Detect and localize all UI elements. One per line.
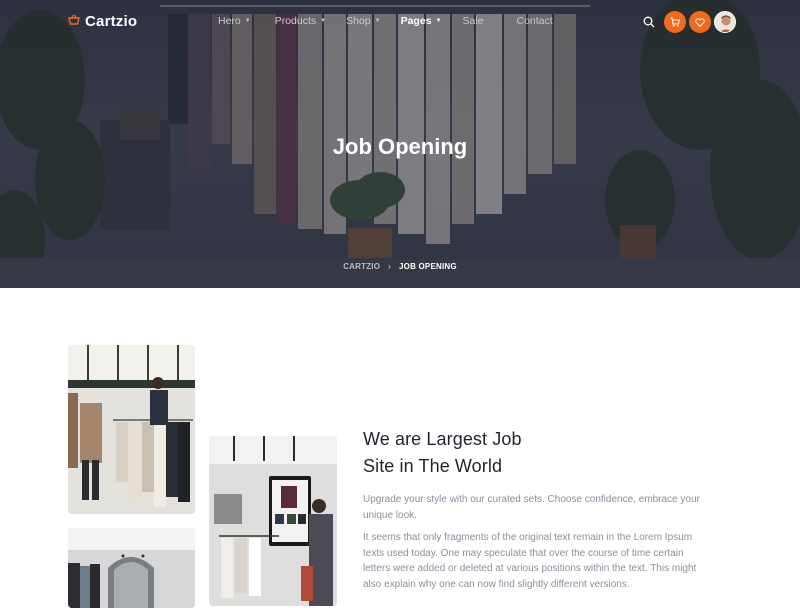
job-intro-section: We are Largest Job Site in The World Upg… — [363, 426, 708, 592]
section-heading-line-2: Site in The World — [363, 456, 503, 476]
chevron-down-icon: ▼ — [374, 18, 381, 24]
nav-item-pages[interactable]: Pages ▼ — [401, 15, 442, 27]
header-actions — [640, 11, 736, 33]
brand-name: Cartzio — [85, 12, 138, 30]
hero-banner: Cartzio Hero ▼ Products ▼ Shop ▼ Pages ▼… — [0, 0, 800, 288]
store-interior-photo — [68, 528, 195, 608]
main-menu: Hero ▼ Products ▼ Shop ▼ Pages ▼ Sale Co… — [218, 15, 553, 27]
cart-button[interactable] — [664, 11, 686, 33]
nav-item-contact[interactable]: Contact — [517, 15, 553, 27]
breadcrumb: CARTZIO › JOB OPENING — [0, 262, 800, 271]
search-button[interactable] — [640, 11, 658, 33]
section-heading: We are Largest Job Site in The World — [363, 426, 708, 480]
user-avatar[interactable] — [714, 11, 736, 33]
page-title: Job Opening — [332, 134, 468, 159]
top-navbar: Cartzio Hero ▼ Products ▼ Shop ▼ Pages ▼… — [0, 0, 800, 44]
nav-item-sale[interactable]: Sale — [462, 15, 483, 27]
chevron-down-icon: ▼ — [435, 18, 442, 24]
section-heading-line-1: We are Largest Job — [363, 429, 522, 449]
chevron-down-icon: ▼ — [320, 18, 327, 24]
brand-logo[interactable]: Cartzio — [68, 12, 137, 30]
basket-icon — [68, 12, 80, 30]
section-lead-text: Upgrade your style with our curated sets… — [363, 494, 700, 521]
search-icon — [643, 16, 655, 28]
cart-icon — [670, 17, 680, 27]
nav-item-hero[interactable]: Hero ▼ — [218, 15, 251, 27]
avatar-photo — [715, 12, 735, 32]
wishlist-button[interactable] — [689, 11, 711, 33]
breadcrumb-current: JOB OPENING — [399, 262, 457, 271]
nav-item-shop[interactable]: Shop ▼ — [346, 15, 380, 27]
nav-item-products[interactable]: Products ▼ — [275, 15, 326, 27]
store-display-photo — [209, 436, 337, 606]
chevron-down-icon: ▼ — [244, 18, 251, 24]
store-staff-photo — [68, 345, 195, 514]
section-body-text: It seems that only fragments of the orig… — [363, 532, 697, 590]
heart-icon — [695, 17, 705, 27]
breadcrumb-home-link[interactable]: CARTZIO — [343, 262, 380, 271]
chevron-right-icon: › — [388, 262, 392, 271]
